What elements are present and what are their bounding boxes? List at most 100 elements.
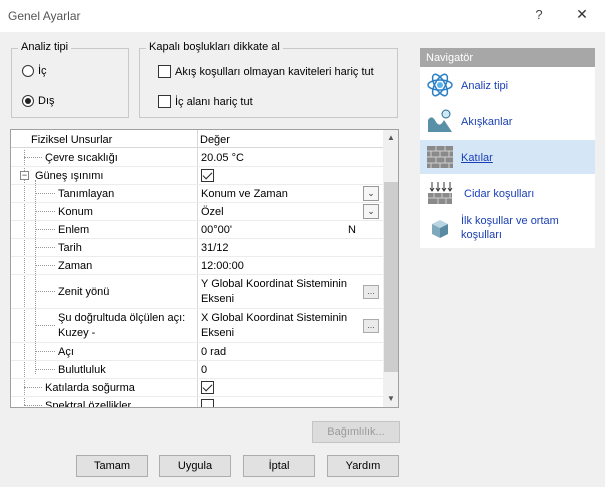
- wall-condition-icon: [428, 182, 453, 204]
- scroll-thumb[interactable]: [384, 182, 398, 372]
- grid-row-location[interactable]: Konum Özel ⌄: [11, 203, 383, 221]
- nav-item-label[interactable]: Cidar koşulları: [464, 188, 534, 200]
- grid-row-label: Zaman: [58, 260, 93, 272]
- exclude-cavities-box[interactable]: [158, 65, 171, 78]
- grid-row-value[interactable]: Konum ve Zaman: [201, 188, 288, 200]
- grid-scrollbar[interactable]: ▲ ▼: [383, 130, 398, 407]
- tree-branch: [35, 369, 55, 370]
- dependency-button[interactable]: Bağımlılık...: [312, 421, 400, 443]
- nav-item-fluids[interactable]: Akışkanlar: [420, 104, 595, 138]
- grid-row-value-line2[interactable]: Ekseni: [201, 327, 234, 339]
- scroll-up-icon[interactable]: ▲: [383, 130, 398, 146]
- tree-branch: [35, 229, 55, 230]
- grid-row-date[interactable]: Tarih 31/12: [11, 239, 383, 257]
- exclude-internal-space-box[interactable]: [158, 95, 171, 108]
- grid-row-angle[interactable]: Açı 0 rad: [11, 343, 383, 361]
- tree-branch: [35, 211, 55, 212]
- grid-row-label: Katılarda soğurma: [45, 382, 135, 394]
- grid-row-angle-measured-from[interactable]: Şu doğrultuda ölçülen açı: Kuzey - X Glo…: [11, 309, 383, 343]
- analysis-type-legend: Analiz tipi: [18, 41, 72, 53]
- fluid-icon: [428, 109, 452, 132]
- exclude-internal-space-checkbox[interactable]: İç alanı hariç tut: [158, 95, 253, 108]
- grid-row-label: Bulutluluk: [58, 364, 106, 376]
- zenith-browse-button[interactable]: ...: [363, 285, 379, 299]
- grid-row-label: Tarih: [58, 242, 82, 254]
- grid-row-absorption-in-solids[interactable]: Katılarda soğurma: [11, 379, 383, 397]
- nav-item-label[interactable]: Katılar: [461, 152, 493, 164]
- help-icon[interactable]: ?: [530, 7, 548, 25]
- tree-branch: [24, 387, 42, 388]
- exclude-cavities-checkbox[interactable]: Akış koşulları olmayan kaviteleri hariç …: [158, 65, 374, 78]
- grid-row-solar-radiation[interactable]: − Güneş ışınımı: [11, 167, 383, 185]
- radio-external[interactable]: Dış: [22, 95, 55, 107]
- grid-row-label: Çevre sıcaklığı: [45, 152, 118, 164]
- grid-header-value: Değer: [200, 134, 230, 146]
- nav-item-solids[interactable]: Katılar: [420, 140, 595, 174]
- cancel-button[interactable]: İptal: [243, 455, 315, 477]
- grid-row-label: Güneş ışınımı: [35, 170, 104, 182]
- solar-radiation-checkbox[interactable]: [201, 169, 214, 182]
- grid-row-time[interactable]: Zaman 12:00:00: [11, 257, 383, 275]
- cavities-legend: Kapalı boşlukları dikkate al: [146, 41, 283, 53]
- exclude-internal-space-label: İç alanı hariç tut: [175, 95, 253, 108]
- grid-row-zenith-direction[interactable]: Zenit yönü Y Global Koordinat Sisteminin…: [11, 275, 383, 309]
- latitude-hemisphere[interactable]: N: [348, 224, 356, 236]
- absorption-in-solids-checkbox[interactable]: [201, 381, 214, 394]
- radio-external-label: Dış: [38, 95, 55, 107]
- grid-row-defined-by[interactable]: Tanımlayan Konum ve Zaman ⌄: [11, 185, 383, 203]
- analysis-type-group: Analiz tipi İç Dış: [11, 41, 129, 118]
- grid-row-label: Tanımlayan: [58, 188, 115, 200]
- grid-row-value-line1[interactable]: Y Global Koordinat Sisteminin: [201, 278, 347, 290]
- close-icon[interactable]: ✕: [572, 6, 592, 26]
- atom-icon: [427, 73, 453, 97]
- nav-item-label-line2[interactable]: koşulları: [461, 229, 502, 241]
- tree-branch: [24, 157, 42, 158]
- grid-row-value[interactable]: 12:00:00: [201, 260, 244, 272]
- navigator-panel: Navigatör Analiz tipi Akışkanlar Katılar: [420, 48, 595, 248]
- radio-internal-label: İç: [38, 65, 47, 77]
- tree-branch: [24, 405, 42, 406]
- grid-row-spectral-properties[interactable]: Spektral özellikler: [11, 397, 383, 407]
- tree-branch: [35, 193, 55, 194]
- nav-item-label[interactable]: Akışkanlar: [461, 116, 512, 128]
- grid-row-value-line1[interactable]: X Global Koordinat Sisteminin: [201, 312, 347, 324]
- nav-item-label[interactable]: Analiz tipi: [461, 80, 508, 92]
- grid-row-value[interactable]: 0: [201, 364, 207, 376]
- window-title: Genel Ayarlar: [8, 9, 81, 23]
- tree-branch: [35, 325, 55, 326]
- radio-internal[interactable]: İç: [22, 65, 47, 77]
- nav-item-wall-conditions[interactable]: Cidar koşulları: [420, 176, 595, 210]
- cube-icon: [432, 220, 448, 238]
- angle-browse-button[interactable]: ...: [363, 319, 379, 333]
- ok-button[interactable]: Tamam: [76, 455, 148, 477]
- title-bar: Genel Ayarlar ? ✕: [0, 0, 605, 32]
- collapse-toggle-icon[interactable]: −: [20, 171, 29, 180]
- spectral-properties-checkbox[interactable]: [201, 399, 214, 407]
- grid-row-value[interactable]: 20.05 °C: [201, 152, 244, 164]
- grid-row-label: Zenit yönü: [58, 286, 110, 298]
- location-dropdown-icon[interactable]: ⌄: [363, 204, 379, 219]
- radio-internal-button[interactable]: [22, 65, 34, 77]
- physical-features-grid: Fiziksel Unsurlar Değer Çevre sıcaklığı …: [10, 129, 399, 408]
- nav-item-initial-conditions[interactable]: İlk koşullar ve ortam koşulları: [420, 212, 595, 246]
- apply-button[interactable]: Uygula: [159, 455, 231, 477]
- grid-row-label-line1: Şu doğrultuda ölçülen açı:: [58, 312, 186, 324]
- grid-row-value[interactable]: 31/12: [201, 242, 229, 254]
- tree-branch: [35, 351, 55, 352]
- grid-row-value-line2[interactable]: Ekseni: [201, 293, 234, 305]
- nav-item-analysis-type[interactable]: Analiz tipi: [420, 68, 595, 102]
- brick-wall-icon: [427, 146, 453, 168]
- scroll-down-icon[interactable]: ▼: [383, 391, 398, 407]
- nav-item-label-line1[interactable]: İlk koşullar ve ortam: [461, 215, 559, 227]
- grid-row-value[interactable]: 00°00': [201, 224, 232, 236]
- grid-row-latitude[interactable]: Enlem 00°00' N: [11, 221, 383, 239]
- grid-row-cloudiness[interactable]: Bulutluluk 0: [11, 361, 383, 379]
- help-button[interactable]: Yardım: [327, 455, 399, 477]
- grid-row-value[interactable]: 0 rad: [201, 346, 226, 358]
- radio-external-button[interactable]: [22, 95, 34, 107]
- grid-row-ambient-temperature[interactable]: Çevre sıcaklığı 20.05 °C: [11, 149, 383, 167]
- navigator-title: Navigatör: [420, 48, 595, 67]
- grid-row-value[interactable]: Özel: [201, 206, 224, 218]
- defined-by-dropdown-icon[interactable]: ⌄: [363, 186, 379, 201]
- tree-branch: [35, 247, 55, 248]
